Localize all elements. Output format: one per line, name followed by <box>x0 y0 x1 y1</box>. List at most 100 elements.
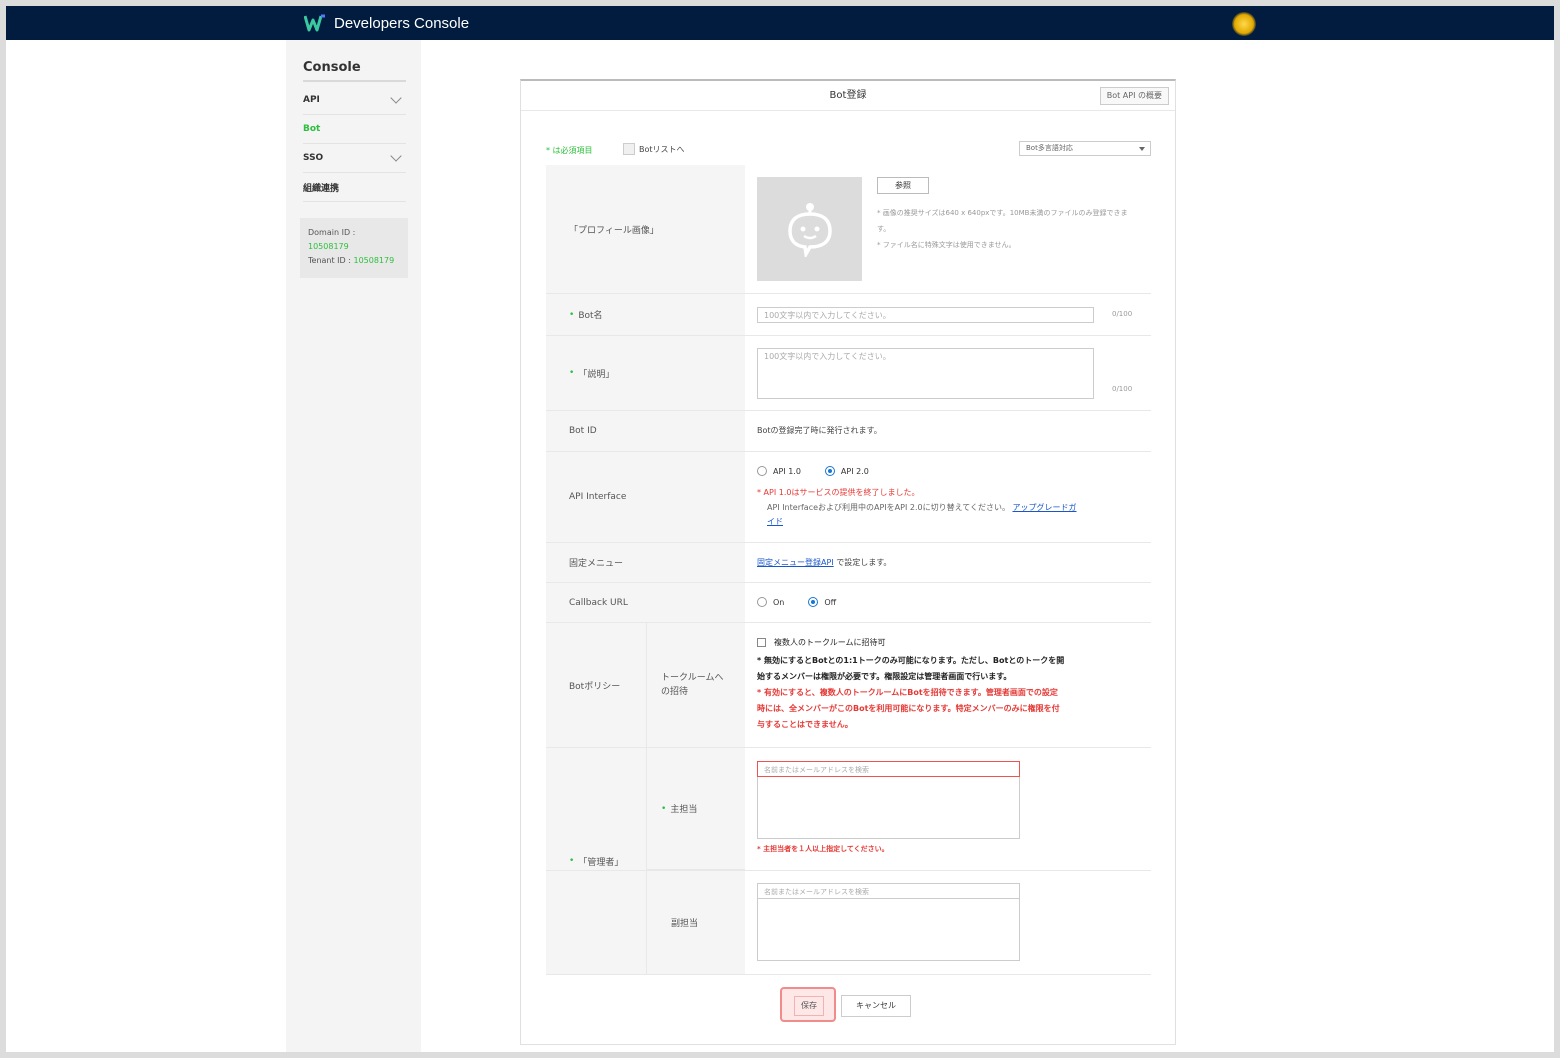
profile-image-notes: * 画像の推奨サイズは640 x 640pxです。10MB未満のファイルのみ登録… <box>877 205 1139 253</box>
talkroom-invite-label: トークルームへ の招待 <box>646 623 745 747</box>
panel-title: Bot登録 <box>521 81 1175 111</box>
description-counter: 0/100 <box>1112 385 1133 393</box>
sidebar-item-bot[interactable]: Bot <box>303 115 406 144</box>
required-mark: • <box>569 856 575 866</box>
bot-name-row: • Bot名 100文字以内で入力してください。 0/100 <box>546 294 1151 336</box>
main-manager-list <box>757 777 1020 839</box>
bot-id-label-text: Bot ID <box>569 426 597 436</box>
description-label: • 「説明」 <box>546 336 745 410</box>
bot-id-label: Bot ID <box>546 411 745 451</box>
multi-room-invite-option: 複数人のトークルームに招待可 <box>757 637 886 648</box>
sub-manager-list <box>757 899 1020 961</box>
api-deprecated-warning: * API 1.0はサービスの提供を終了しました。 <box>757 488 920 497</box>
api-2-label: API 2.0 <box>840 466 869 476</box>
manager-divider <box>546 870 1151 871</box>
main-manager-search-input[interactable]: 名前またはメールアドレスを検索 <box>757 761 1020 777</box>
manager-label: • 「管理者」 <box>546 748 646 974</box>
fixed-menu-api-link[interactable]: 固定メニュー登録API <box>757 558 834 567</box>
talkroom-invite-label-line: トークルームへ <box>661 673 724 683</box>
sidebar-item-sso[interactable]: SSO <box>303 144 406 173</box>
api-version-radio-group: API 1.0 API 2.0 <box>757 466 887 476</box>
api-interface-label: API Interface <box>546 452 745 542</box>
upgrade-guide-link[interactable]: アップグレードガ <box>1013 503 1077 512</box>
policy-warning-line: 与することはできません。 <box>757 720 853 729</box>
description-textarea[interactable]: 100文字以内で入力してください。 <box>757 348 1094 399</box>
bot-id-value: Botの登録完了時に発行されます。 <box>757 426 882 435</box>
main-manager-label: • 主担当 <box>646 748 745 870</box>
callback-off-radio[interactable] <box>808 597 819 607</box>
domain-info-box: Domain ID : 10508179 Tenant ID : 1050817… <box>300 218 408 278</box>
profile-image-content: 参照 * 画像の推奨サイズは640 x 640pxです。10MB未満のファイルの… <box>745 165 1151 293</box>
fixed-menu-suffix: で設定します。 <box>833 558 892 567</box>
profile-image-preview <box>757 177 862 281</box>
language-select-value: Bot多言語対応 <box>1026 144 1073 152</box>
policy-warning-line: 時には、全メンバーがこのBotを利用可能になります。特定メンバーのみに権限を付 <box>757 704 1060 713</box>
bot-name-label: • Bot名 <box>546 294 745 335</box>
api-1-radio[interactable] <box>757 466 767 476</box>
bot-avatar-icon <box>787 203 832 257</box>
user-avatar[interactable] <box>1232 12 1256 36</box>
browser-frame: Developers Console Console API Bot SSO 組… <box>6 6 1554 1052</box>
bot-policy-label: Botポリシー <box>546 623 646 747</box>
bot-policy-row: Botポリシー トークルームへ の招待 複数人のトークルームに招待可 * 無効にす… <box>546 623 1151 748</box>
callback-url-label: Callback URL <box>546 583 745 622</box>
api-1-label: API 1.0 <box>773 466 801 476</box>
manager-row: • 「管理者」 • 主担当 副担当 名前またはメールアドレスを検索 * 主担当者を１… <box>546 748 1151 974</box>
sidebar-item-label: API <box>303 95 320 105</box>
sub-manager-search-input[interactable]: 名前またはメールアドレスを検索 <box>757 883 1020 899</box>
cancel-button[interactable]: キャンセル <box>841 995 911 1017</box>
required-note: * は必須項目 <box>546 146 593 155</box>
save-button[interactable]: 保存 <box>794 996 824 1016</box>
manager-label-text: 「管理者」 <box>578 857 624 868</box>
sub-manager-label: 副担当 <box>646 870 745 974</box>
multi-room-invite-label: 複数人のトークルームに招待可 <box>774 638 886 647</box>
api-interface-label-text: API Interface <box>569 492 627 502</box>
fixed-menu-content: 固定メニュー登録API で設定します。 <box>757 557 891 568</box>
sidebar-item-org-sync[interactable]: 組織連携 <box>303 173 406 202</box>
bot-id-row: Bot ID Botの登録完了時に発行されます。 <box>546 411 1151 452</box>
fixed-menu-label: 固定メニュー <box>546 543 745 582</box>
callback-url-label-text: Callback URL <box>569 597 628 608</box>
chevron-down-icon <box>390 150 402 162</box>
sub-manager-label-text: 副担当 <box>671 918 699 929</box>
top-navigation-bar: Developers Console <box>6 6 1554 40</box>
main-manager-warning: * 主担当者を１人以上指定してください。 <box>757 845 889 853</box>
bot-name-input[interactable]: 100文字以内で入力してください。 <box>757 307 1094 323</box>
profile-image-row: 「プロフィール画像」 参照 * 画像の推奨サイズは640 x 640pxです。1… <box>546 165 1151 294</box>
list-icon <box>623 143 635 155</box>
profile-image-label-text: 「プロフィール画像」 <box>569 225 659 236</box>
sidebar-item-label: SSO <box>303 153 324 163</box>
callback-on-label: On <box>773 597 785 607</box>
console-title: Developers Console <box>334 14 470 32</box>
bot-policy-label-text: Botポリシー <box>569 681 621 692</box>
profile-image-label: 「プロフィール画像」 <box>546 165 745 293</box>
policy-note-line: * 無効にするとBotとの1:1トークのみ可能になります。ただし、Botとのトー… <box>757 656 1065 665</box>
domain-id-label: Domain ID : <box>308 228 356 237</box>
tenant-id-value: 10508179 <box>353 256 395 265</box>
sidebar: Console API Bot SSO 組織連携 Domain ID : 105… <box>286 40 421 1052</box>
browse-button[interactable]: 参照 <box>877 177 929 194</box>
upgrade-guide-link-continued[interactable]: イド <box>767 517 783 526</box>
bot-list-link[interactable]: Botリストへ <box>623 143 685 155</box>
form-bottom-divider <box>546 974 1151 975</box>
talkroom-invite-label-line: の招待 <box>661 687 689 697</box>
callback-url-row: Callback URL On Off <box>546 583 1151 623</box>
callback-on-radio[interactable] <box>757 597 767 607</box>
bot-name-counter: 0/100 <box>1112 310 1133 318</box>
bot-register-panel: Bot登録 Bot API の概要 * は必須項目 Botリストへ Bot多言語… <box>520 79 1176 1045</box>
bot-name-label-text: Bot名 <box>578 311 603 321</box>
sidebar-item-api[interactable]: API <box>303 86 406 115</box>
api-2-radio[interactable] <box>824 466 835 476</box>
multi-room-invite-checkbox[interactable] <box>757 638 766 647</box>
tenant-id-row: Tenant ID : 10508179 <box>308 254 400 268</box>
bot-api-overview-button[interactable]: Bot API の概要 <box>1099 87 1169 105</box>
caret-down-icon <box>1139 147 1145 151</box>
api-upgrade-note-text: API Interfaceおよび利用中のAPIをAPI 2.0に切り替えてくださ… <box>767 503 1010 512</box>
fixed-menu-label-text: 固定メニュー <box>569 559 624 569</box>
language-select[interactable]: Bot多言語対応 <box>1019 141 1151 156</box>
domain-id-value: 10508179 <box>308 242 349 251</box>
chevron-down-icon <box>390 92 402 104</box>
sidebar-item-label: Bot <box>303 124 321 134</box>
brand[interactable]: Developers Console <box>304 12 469 34</box>
sidebar-item-label: 組織連携 <box>303 183 340 194</box>
